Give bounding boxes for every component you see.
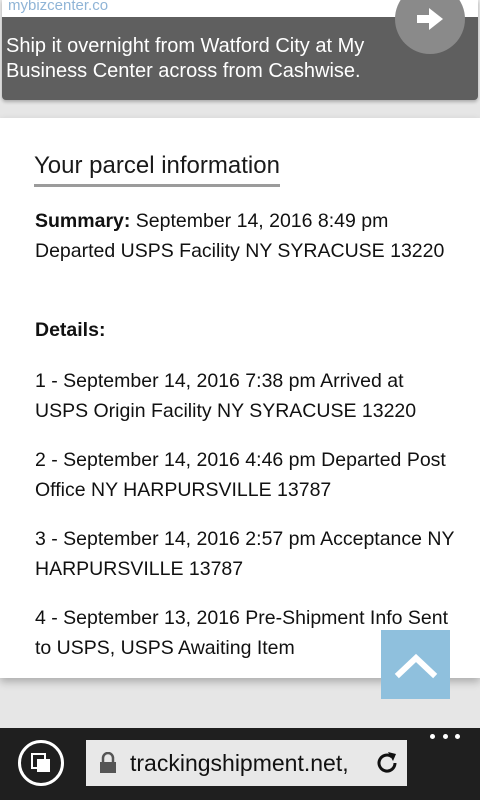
ad-card[interactable]: mybizcenter.co Ship it overnight from Wa… [2,0,478,100]
lock-icon [98,751,118,775]
summary-label: Summary: [35,210,131,232]
address-bar[interactable]: trackingshipment.net, [86,740,407,786]
ad-text[interactable]: Ship it overnight from Watford City at M… [6,34,426,84]
more-icon [455,734,460,739]
url-text[interactable]: trackingshipment.net, [130,750,349,777]
arrow-right-icon [417,8,443,30]
tabs-button[interactable] [18,740,64,786]
parcel-card: Your parcel information Summary: Septemb… [0,118,480,678]
ad-banner[interactable]: mybizcenter.co Ship it overnight from Wa… [0,0,480,110]
more-icon [430,734,435,739]
tabs-icon [31,753,50,772]
refresh-icon[interactable] [373,749,401,777]
tracking-event: 1 - September 14, 2016 7:38 pm Arrived a… [35,370,417,422]
chevron-up-icon [394,653,437,678]
browser-bar: trackingshipment.net, [0,728,480,800]
more-button[interactable] [430,734,460,746]
tracking-event: 3 - September 14, 2016 2:57 pm Acceptanc… [35,528,455,580]
details-label: Details: [35,319,106,341]
tracking-event: 2 - September 14, 2016 4:46 pm Departed … [35,449,446,501]
summary: Summary: September 14, 2016 8:49 pm Depa… [35,207,455,266]
more-icon [442,734,448,739]
scroll-to-top-button[interactable] [381,630,450,699]
parcel-title: Your parcel information [34,152,280,187]
ad-domain[interactable]: mybizcenter.co [8,0,108,14]
